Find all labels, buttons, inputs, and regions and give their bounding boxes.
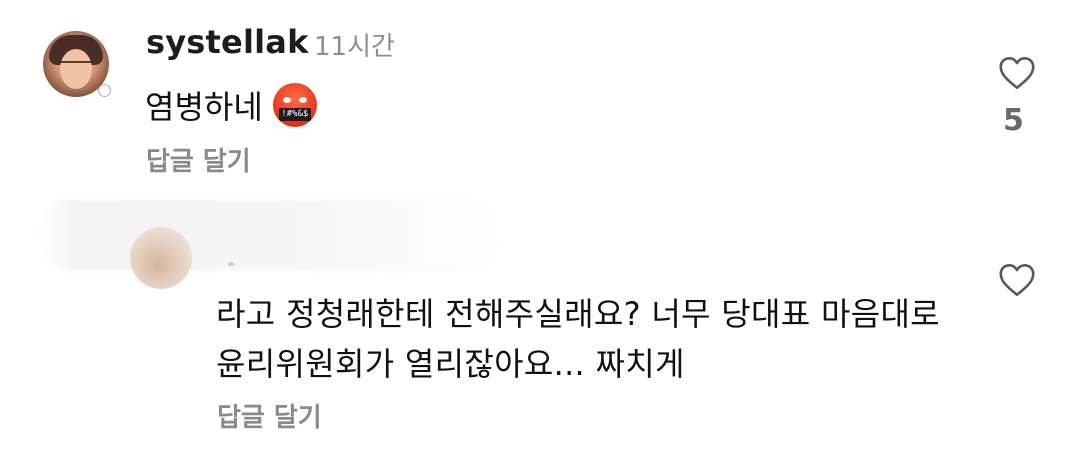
reply-avatar[interactable] xyxy=(130,227,192,289)
emoji-eye-right xyxy=(298,97,307,103)
reply-button[interactable]: 답글 달기 xyxy=(146,141,251,178)
censored-area xyxy=(40,200,500,270)
emoji-symbols: !#%&$ xyxy=(278,108,311,121)
comment-username[interactable]: systellak xyxy=(146,23,309,61)
reply-text-line1: 라고 정청래한테 전해주실래요? 너무 당대표 마음대로 xyxy=(216,295,940,333)
face-with-symbols-on-mouth-icon: !#%&$ xyxy=(272,83,317,127)
comment-body: 염병하네 xyxy=(145,88,263,126)
emoji-eye-left xyxy=(282,97,291,103)
reply-text-line2: 윤리위원회가 열리잖아요... 짜치게 xyxy=(216,345,685,383)
comment-text: 염병하네 !#%&$ xyxy=(145,82,317,128)
comment-timestamp: 11시간 xyxy=(314,32,395,62)
like-count: 5 xyxy=(1003,103,1024,138)
heart-icon[interactable] xyxy=(998,56,1036,90)
heart-icon[interactable] xyxy=(998,263,1036,297)
reply-username-redacted xyxy=(228,262,234,266)
reply-button-2[interactable]: 답글 달기 xyxy=(217,397,322,434)
avatar-glasses xyxy=(61,61,91,71)
avatar-badge-icon xyxy=(98,84,111,97)
